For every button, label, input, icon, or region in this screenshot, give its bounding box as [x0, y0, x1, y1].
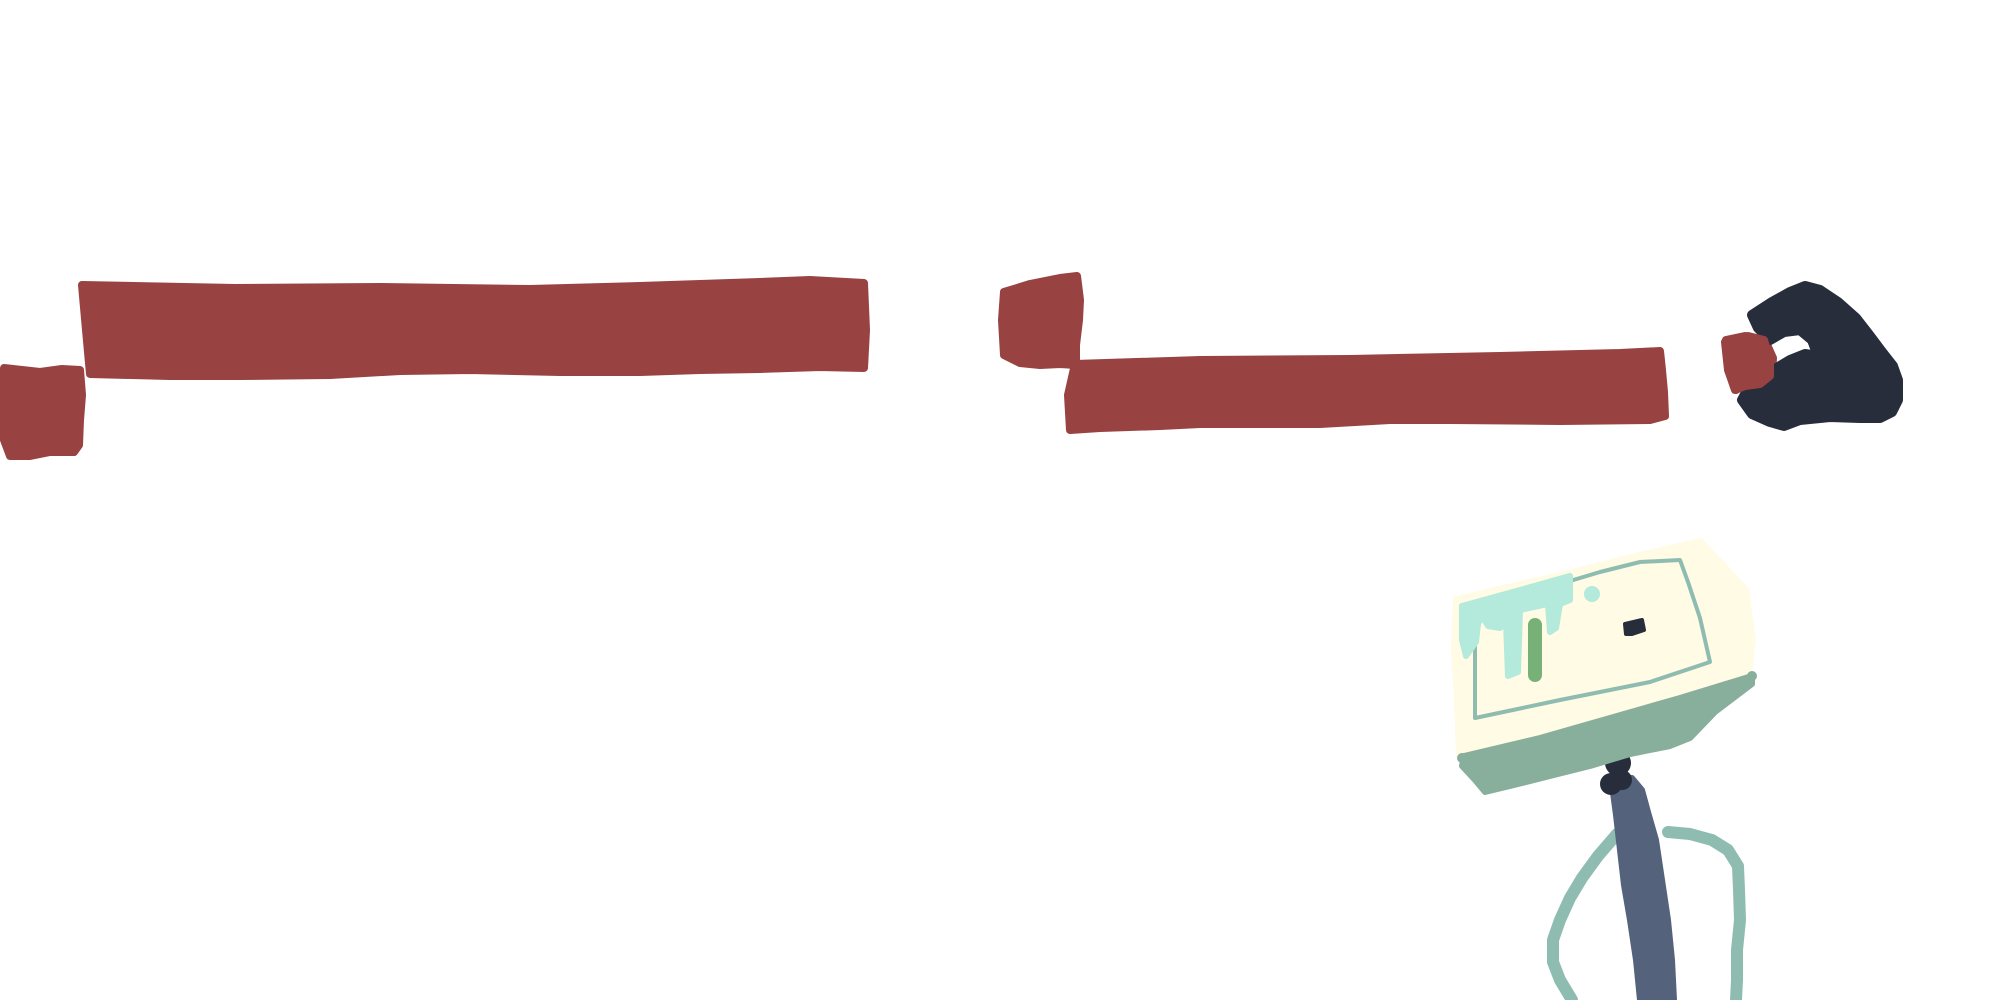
middle-platform-post	[998, 272, 1084, 369]
middle-platform-bar	[1064, 347, 1669, 434]
left-platform-small-block	[0, 364, 86, 460]
canvas-background	[0, 0, 2000, 1000]
rock-blob-red-nub	[1721, 332, 1774, 394]
monitor-corner-dot	[1747, 671, 1757, 681]
screen-mint-dot	[1584, 586, 1600, 602]
screen-green-bar	[1528, 618, 1542, 682]
screen-dark-pixel	[1623, 618, 1646, 636]
monitor-left-corner-dot	[1457, 753, 1467, 763]
left-platform-main-stroke	[78, 276, 870, 380]
drawing-canvas[interactable]	[0, 0, 2000, 1000]
